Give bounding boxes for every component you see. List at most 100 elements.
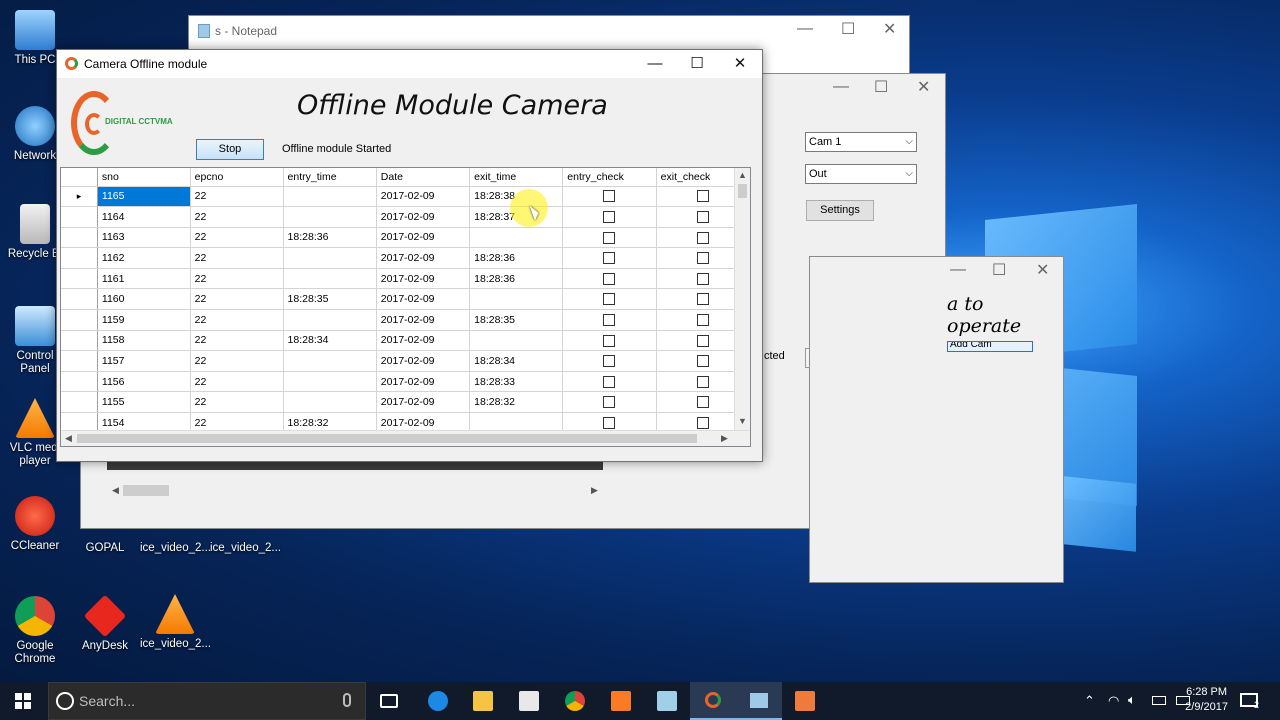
cell-sno[interactable]: 1162: [97, 247, 191, 269]
anydesk-taskbar-icon[interactable]: [795, 691, 815, 711]
cell-sno[interactable]: 1163: [97, 227, 191, 249]
cell-entry-check[interactable]: [562, 371, 657, 393]
cell-sno[interactable]: 1160: [97, 288, 191, 311]
column-header-epcno[interactable]: epcno: [190, 168, 284, 187]
cell-entry-check[interactable]: [562, 186, 657, 208]
desktop-icon-chrome[interactable]: Google Chrome: [0, 596, 70, 666]
cell-date[interactable]: 2017-02-09: [376, 288, 471, 311]
checkbox[interactable]: [603, 272, 616, 285]
horizontal-scrollbar[interactable]: ◀ ▶: [61, 430, 750, 446]
table-row[interactable]: 1160 22 18:28:35 2017-02-09: [61, 288, 750, 311]
checkbox[interactable]: [696, 355, 709, 368]
cell-exit-time[interactable]: [469, 227, 564, 249]
cell-exit-time[interactable]: 18:28:36: [469, 247, 564, 269]
cell-date[interactable]: 2017-02-09: [376, 247, 471, 269]
cell-entry-time[interactable]: 18:28:36: [283, 227, 377, 249]
scroll-left-icon[interactable]: ◀: [65, 433, 72, 444]
row-header[interactable]: [61, 206, 98, 228]
cell-entry-time[interactable]: [283, 350, 377, 372]
cell-exit-time[interactable]: 18:28:33: [469, 371, 564, 393]
cell-date[interactable]: 2017-02-09: [376, 330, 471, 352]
search-input[interactable]: Search...: [48, 682, 366, 720]
cell-sno[interactable]: 1165: [97, 186, 191, 208]
checkbox[interactable]: [696, 211, 709, 223]
checkbox[interactable]: [696, 293, 709, 306]
row-header[interactable]: [61, 227, 98, 249]
cell-date[interactable]: 2017-02-09: [376, 371, 471, 393]
table-row[interactable]: 1161 22 2017-02-09 18:28:36: [61, 268, 750, 290]
maximize-icon[interactable]: ☐: [677, 52, 717, 76]
cell-sno[interactable]: 1158: [97, 330, 191, 352]
cell-epcno[interactable]: 22: [190, 288, 284, 311]
checkbox[interactable]: [696, 190, 709, 203]
checkbox[interactable]: [603, 293, 616, 306]
cell-entry-time[interactable]: [283, 371, 377, 393]
table-row[interactable]: ▸ 1165 22 2017-02-09 18:28:38: [61, 186, 750, 208]
scroll-down-icon[interactable]: ▼: [738, 416, 747, 426]
row-header[interactable]: [61, 247, 98, 269]
camera-offline-module-window[interactable]: Camera Offline module — ☐ ✕ DIGITAL CCTV…: [56, 49, 763, 462]
settings-button[interactable]: Settings: [806, 200, 874, 221]
table-row[interactable]: 1155 22 2017-02-09 18:28:32: [61, 391, 750, 414]
direction-select[interactable]: Out ⌵: [805, 164, 917, 184]
cell-sno[interactable]: 1155: [97, 391, 191, 414]
checkbox[interactable]: [696, 272, 709, 285]
cell-epcno[interactable]: 22: [190, 268, 284, 290]
visual-studio-icon[interactable]: [657, 691, 677, 711]
start-button[interactable]: [0, 682, 48, 720]
cell-epcno[interactable]: 22: [190, 330, 284, 352]
taskbar-item-notepad[interactable]: [736, 682, 782, 720]
checkbox[interactable]: [603, 231, 616, 244]
taskbar-item-camera-app[interactable]: [690, 682, 736, 720]
cell-epcno[interactable]: 22: [190, 186, 284, 208]
cell-entry-time[interactable]: [283, 309, 377, 331]
cell-epcno[interactable]: 22: [190, 371, 284, 393]
camera-select[interactable]: Cam 1 ⌵: [805, 132, 917, 152]
row-header[interactable]: [61, 309, 98, 331]
task-view-icon[interactable]: [380, 694, 398, 708]
cell-entry-check[interactable]: [562, 227, 657, 249]
cell-date[interactable]: 2017-02-09: [376, 227, 471, 249]
checkbox[interactable]: [696, 375, 709, 388]
row-header[interactable]: [61, 330, 98, 352]
row-header[interactable]: [61, 391, 98, 414]
checkbox[interactable]: [696, 313, 709, 326]
table-row[interactable]: 1156 22 2017-02-09 18:28:33: [61, 371, 750, 393]
cell-entry-check[interactable]: [562, 391, 657, 414]
volume-icon[interactable]: 🔈︎: [1128, 692, 1136, 708]
title-bar[interactable]: Camera Offline module — ☐ ✕: [57, 50, 762, 78]
cell-sno[interactable]: 1157: [97, 350, 191, 372]
cell-date[interactable]: 2017-02-09: [376, 186, 471, 208]
cell-epcno[interactable]: 22: [190, 247, 284, 269]
scroll-left-icon[interactable]: ◀: [112, 485, 119, 496]
scroll-thumb[interactable]: [738, 184, 747, 198]
cell-exit-time[interactable]: 18:28:35: [469, 309, 564, 331]
cell-sno[interactable]: 1161: [97, 268, 191, 290]
desktop-icon-ccleaner[interactable]: CCleaner: [0, 496, 70, 553]
minimize-icon[interactable]: —: [797, 20, 813, 38]
stop-button[interactable]: Stop: [196, 139, 264, 160]
cell-epcno[interactable]: 22: [190, 227, 284, 249]
column-header-exit-time[interactable]: exit_time: [469, 168, 564, 187]
table-row[interactable]: 1164 22 2017-02-09 18:28:37: [61, 206, 750, 228]
table-row[interactable]: 1157 22 2017-02-09 18:28:34: [61, 350, 750, 372]
cell-exit-time[interactable]: [469, 330, 564, 352]
column-header-entry-time[interactable]: entry_time: [283, 168, 377, 187]
minimize-icon[interactable]: —: [635, 52, 675, 76]
cell-date[interactable]: 2017-02-09: [376, 391, 471, 414]
cell-entry-check[interactable]: [562, 247, 657, 269]
desktop-icon-anydesk[interactable]: AnyDesk: [70, 594, 140, 653]
column-header-date[interactable]: Date: [376, 168, 471, 187]
checkbox[interactable]: [603, 211, 616, 223]
checkbox[interactable]: [603, 355, 616, 368]
cell-date[interactable]: 2017-02-09: [376, 309, 471, 331]
checkbox[interactable]: [696, 231, 709, 244]
cell-date[interactable]: 2017-02-09: [376, 350, 471, 372]
maximize-icon[interactable]: ☐: [841, 19, 855, 39]
cell-sno[interactable]: 1164: [97, 206, 191, 228]
checkbox[interactable]: [603, 252, 616, 265]
checkbox[interactable]: [603, 334, 616, 347]
cell-entry-check[interactable]: [562, 268, 657, 290]
checkbox[interactable]: [696, 334, 709, 347]
cell-entry-check[interactable]: [562, 309, 657, 331]
